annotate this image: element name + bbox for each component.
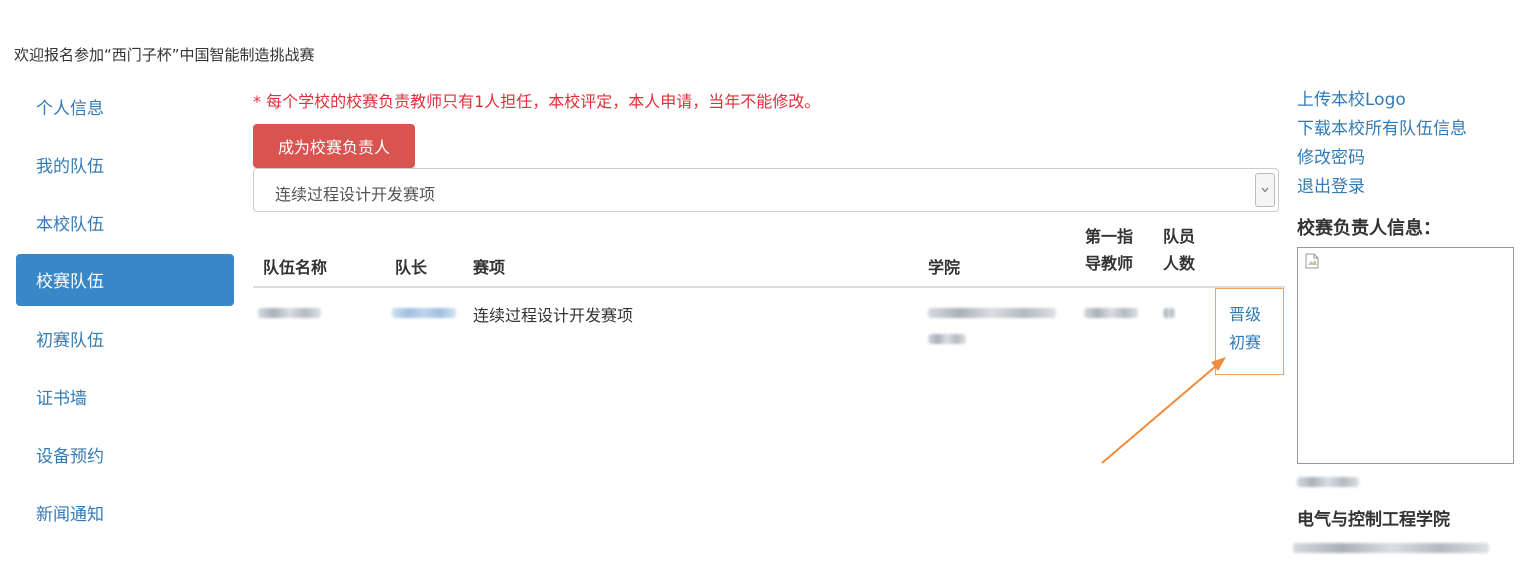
upload-logo-link[interactable]: 上传本校Logo — [1297, 86, 1467, 115]
download-team-info-link[interactable]: 下载本校所有队伍信息 — [1297, 115, 1467, 144]
leader-info-heading: 校赛负责人信息： — [1297, 218, 1441, 239]
right-links: 上传本校Logo 下载本校所有队伍信息 修改密码 退出登录 — [1297, 86, 1467, 202]
school-logo-image — [1297, 247, 1514, 464]
logout-link[interactable]: 退出登录 — [1297, 173, 1467, 202]
leader-college: 电气与控制工程学院 — [1297, 510, 1450, 530]
leader-name-redacted — [1297, 477, 1359, 487]
leader-contact-redacted — [1293, 543, 1489, 553]
change-password-link[interactable]: 修改密码 — [1297, 144, 1467, 173]
broken-image-icon — [1305, 253, 1319, 269]
